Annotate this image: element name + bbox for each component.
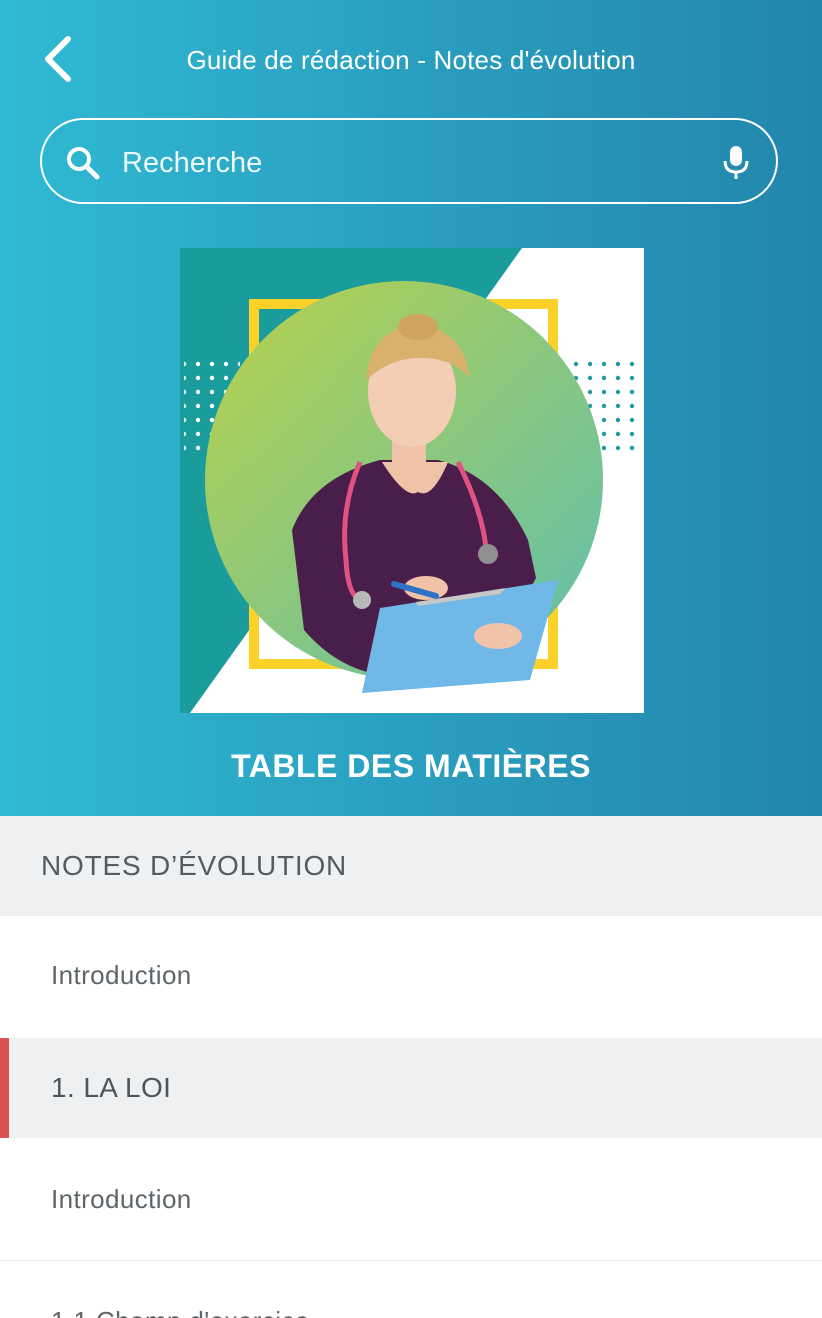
active-indicator bbox=[0, 1038, 9, 1138]
toc-item-label: 1. LA LOI bbox=[51, 1072, 172, 1103]
back-button[interactable] bbox=[34, 30, 86, 88]
toc-item-introduction[interactable]: Introduction bbox=[0, 916, 822, 1039]
toc-item-label: Introduction bbox=[51, 1184, 192, 1214]
toc-item-la-loi[interactable]: 1. LA LOI bbox=[0, 1038, 822, 1138]
toc-section-header[interactable]: NOTES D’ÉVOLUTION bbox=[0, 816, 822, 916]
search-icon[interactable] bbox=[64, 144, 102, 182]
search-bar[interactable] bbox=[40, 118, 778, 204]
table-of-contents-heading: TABLE DES MATIÈRES bbox=[231, 748, 591, 784]
chevron-left-icon bbox=[45, 36, 71, 82]
toc-item-introduction-2[interactable]: Introduction bbox=[0, 1138, 822, 1261]
toc-item-label: 1.1 Champ d'exercice bbox=[51, 1306, 310, 1318]
hero-header: Guide de rédaction - Notes d'évolution R… bbox=[0, 0, 822, 816]
toc-item-label: Introduction bbox=[51, 960, 192, 990]
guide-cover-image bbox=[180, 248, 644, 713]
section-title: NOTES D’ÉVOLUTION bbox=[41, 850, 348, 881]
toc-item-champ-exercice[interactable]: 1.1 Champ d'exercice bbox=[0, 1261, 822, 1318]
microphone-icon[interactable] bbox=[716, 142, 756, 182]
search-input[interactable] bbox=[120, 138, 684, 188]
page-title: Guide de rédaction - Notes d'évolution bbox=[186, 45, 636, 75]
